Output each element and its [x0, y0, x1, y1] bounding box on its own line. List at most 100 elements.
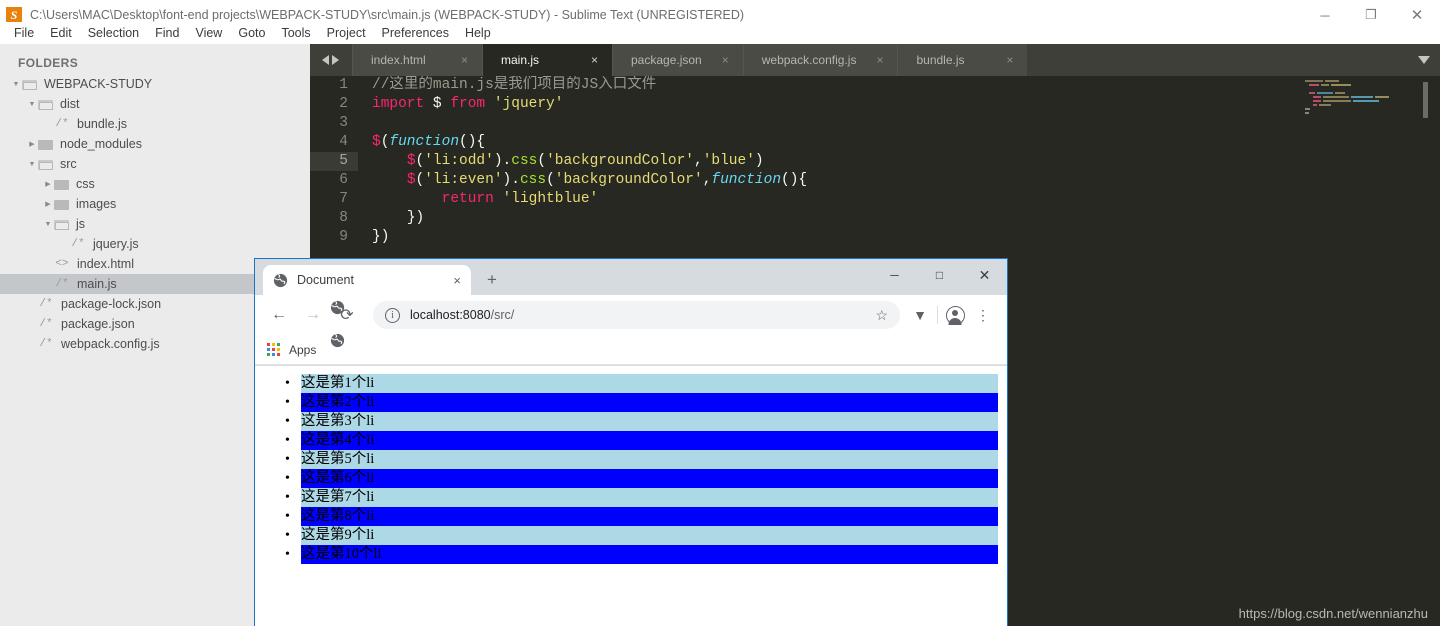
code-token: 'li:even'	[424, 172, 503, 188]
code-line-5[interactable]: 5 $('li:odd').css('backgroundColor','blu…	[310, 152, 1440, 171]
editor-tab-webpack-config-js[interactable]: webpack.config.js ×	[742, 44, 898, 76]
tree-item-webpack-study[interactable]: ▼ WEBPACK-STUDY	[0, 74, 310, 94]
forward-button[interactable]: →	[299, 301, 327, 329]
editor-tab-close-icon[interactable]: ×	[461, 53, 468, 67]
menu-item-edit[interactable]: Edit	[42, 24, 80, 42]
apps-grid-icon[interactable]	[267, 342, 281, 357]
disclosure-open-icon[interactable]: ▼	[26, 161, 38, 168]
browser-window-controls: ─ □ ✕	[872, 259, 1007, 291]
menu-item-help[interactable]: Help	[457, 24, 499, 42]
code-line-4[interactable]: 4 $(function(){	[310, 133, 1440, 152]
apps-grid-dot	[277, 347, 280, 351]
bookmark-globe-icon[interactable]	[330, 300, 348, 315]
back-button[interactable]: ←	[265, 301, 293, 329]
apps-grid-dot	[272, 342, 275, 346]
tab-close-icon[interactable]: ×	[453, 273, 461, 288]
address-bar[interactable]: i localhost:8080/src/ ☆	[373, 301, 900, 329]
browser-close-button[interactable]: ✕	[962, 259, 1007, 291]
chevron-down-icon[interactable]	[1418, 56, 1430, 64]
editor-tab-label: main.js	[501, 53, 540, 67]
browser-menu-button[interactable]: ⋮	[969, 301, 997, 329]
tree-item-js[interactable]: ▼ js	[0, 214, 310, 234]
disclosure-open-icon[interactable]: ▼	[26, 101, 38, 108]
disclosure-closed-icon[interactable]: ▶	[26, 140, 38, 148]
editor-tab-close-icon[interactable]: ×	[722, 53, 729, 67]
minimap-segment	[1321, 84, 1329, 86]
tree-item-dist[interactable]: ▼ dist	[0, 94, 310, 114]
page-info-icon[interactable]: i	[385, 307, 400, 323]
menu-item-view[interactable]: View	[187, 24, 230, 42]
menu-item-goto[interactable]: Goto	[230, 24, 273, 42]
code-line-1[interactable]: 1 //这里的main.js是我们项目的JS入口文件	[310, 76, 1440, 95]
tree-item-src[interactable]: ▼ src	[0, 154, 310, 174]
code-line-6[interactable]: 6 $('li:even').css('backgroundColor',fun…	[310, 171, 1440, 190]
browser-maximize-button[interactable]: □	[917, 259, 962, 291]
disclosure-closed-icon[interactable]: ▶	[42, 180, 54, 188]
tree-item-node-modules[interactable]: ▶ node_modules	[0, 134, 310, 154]
browser-tab[interactable]: Document ×	[263, 265, 471, 295]
menu-item-project[interactable]: Project	[319, 24, 374, 42]
address-bar-url: localhost:8080/src/	[410, 308, 875, 322]
editor-tab-close-icon[interactable]: ×	[876, 53, 883, 67]
tab-prev-icon[interactable]	[322, 55, 329, 65]
code-line-2[interactable]: 2 import $ from 'jquery'	[310, 95, 1440, 114]
line-number: 3	[339, 115, 348, 131]
code-line-7[interactable]: 7 return 'lightblue'	[310, 190, 1440, 209]
menu-item-find[interactable]: Find	[147, 24, 187, 42]
minimap-scrollbar[interactable]	[1423, 82, 1428, 118]
tab-list-dropdown[interactable]	[1418, 44, 1430, 76]
tree-item-bundle-js[interactable]: ▶/* bundle.js	[0, 114, 310, 134]
minimap-line	[1303, 84, 1428, 86]
minimap-segment	[1335, 92, 1345, 94]
editor-tab-label: index.html	[371, 53, 426, 67]
disclosure-closed-icon[interactable]: ▶	[42, 200, 54, 208]
minimap-segment	[1331, 84, 1351, 86]
editor-tab-package-json[interactable]: package.json ×	[612, 44, 743, 76]
disclosure-open-icon[interactable]: ▼	[42, 221, 54, 228]
tab-nav-arrows[interactable]	[316, 44, 345, 76]
apps-label[interactable]: Apps	[289, 343, 316, 357]
menu-item-tools[interactable]: Tools	[273, 24, 318, 42]
apps-grid-dot	[277, 352, 280, 356]
tree-item-label: index.html	[77, 257, 134, 271]
js-file-icon: /*	[55, 278, 69, 290]
menu-item-file[interactable]: File	[6, 24, 42, 42]
tree-item-images[interactable]: ▶ images	[0, 194, 310, 214]
editor-tab-close-icon[interactable]: ×	[591, 53, 598, 67]
bookmark-star-icon[interactable]: ☆	[875, 307, 888, 324]
minimap[interactable]	[1303, 80, 1428, 122]
code-line-9[interactable]: 9})	[310, 228, 1440, 247]
minimap-segment	[1309, 84, 1319, 86]
line-number: 9	[339, 229, 348, 245]
disclosure-open-icon[interactable]: ▼	[10, 81, 22, 88]
extension-icon[interactable]: ▼	[906, 301, 934, 329]
tree-item-label: dist	[60, 97, 80, 111]
code-line-3[interactable]: 3	[310, 114, 1440, 133]
tab-next-icon[interactable]	[332, 55, 339, 65]
profile-avatar[interactable]	[941, 301, 969, 329]
code-line-8[interactable]: 8 })	[310, 209, 1440, 228]
code-token: return	[441, 191, 494, 207]
menu-item-selection[interactable]: Selection	[80, 24, 147, 42]
tree-item-css[interactable]: ▶ css	[0, 174, 310, 194]
editor-tab-main-js[interactable]: main.js ×	[482, 44, 612, 76]
disclosure-spacer: ▶	[26, 320, 38, 328]
editor-tab-bundle-js[interactable]: bundle.js ×	[897, 44, 1028, 76]
bookmark-globe-icon[interactable]	[330, 333, 348, 348]
code-token: 'jquery'	[493, 96, 564, 112]
code-text: //这里的main.js是我们项目的JS入口文件	[358, 76, 656, 95]
editor-tab-index-html[interactable]: index.html ×	[352, 44, 482, 76]
editor-tab-close-icon[interactable]: ×	[1006, 53, 1013, 67]
new-tab-button[interactable]: +	[487, 271, 497, 288]
list-item: 这是第4个li	[285, 431, 998, 450]
menu-item-preferences[interactable]: Preferences	[374, 24, 457, 42]
list-item: 这是第1个li	[285, 374, 998, 393]
minimap-line	[1303, 108, 1428, 110]
tree-item-jquery-js[interactable]: ▶/* jquery.js	[0, 234, 310, 254]
html-file-icon: <>	[55, 258, 69, 270]
browser-minimize-button[interactable]: ─	[872, 259, 917, 291]
code-token: $	[406, 172, 416, 188]
js-file-icon: /*	[39, 298, 53, 310]
